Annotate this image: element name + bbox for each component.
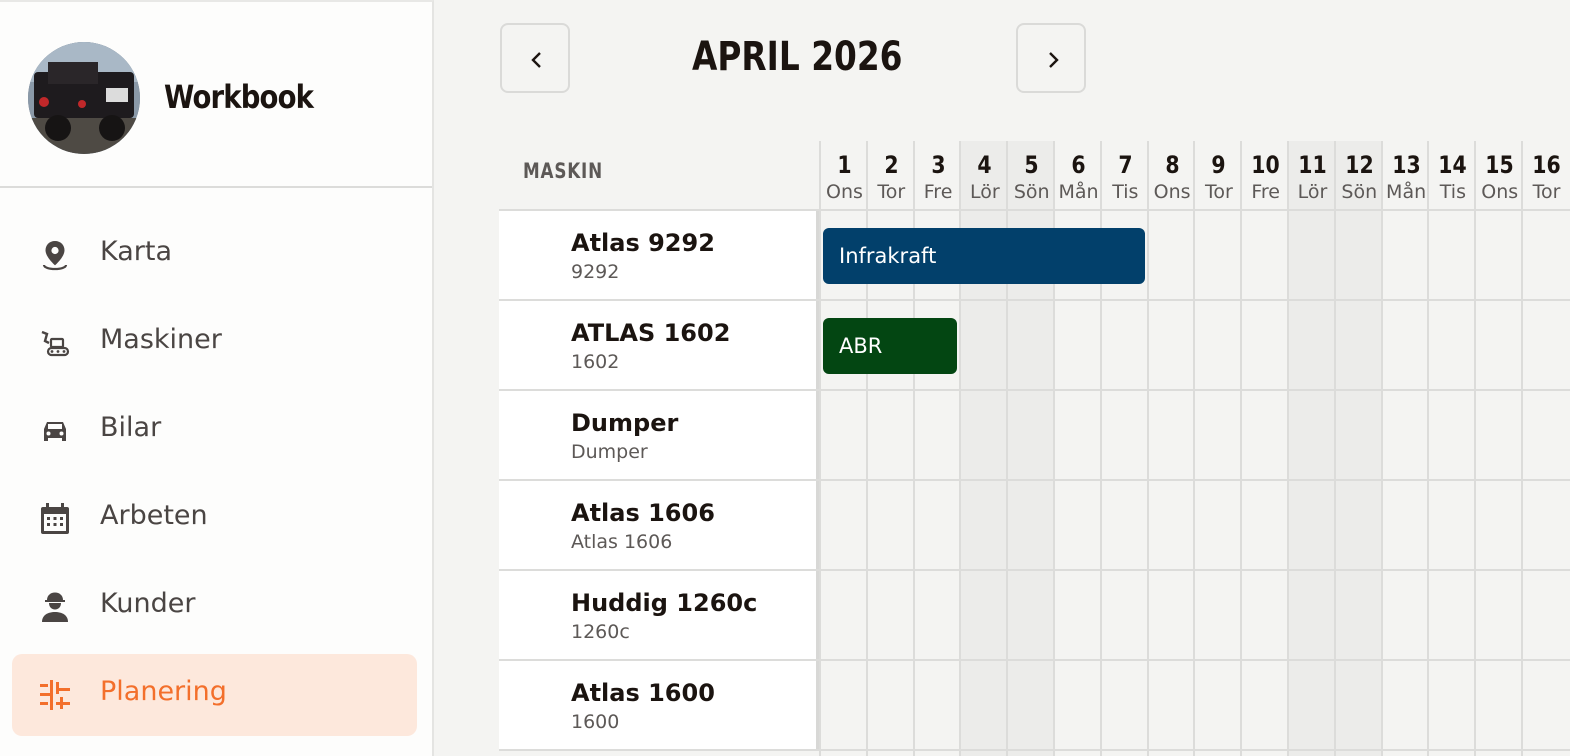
sidebar-item-label: Bilar — [100, 412, 162, 443]
machine-row[interactable]: Atlas 1600 1600 — [499, 661, 1570, 751]
machine-code: 1600 — [571, 711, 620, 733]
day-number: 3 — [930, 151, 946, 179]
car-icon — [38, 414, 72, 448]
machine-row[interactable]: Atlas 1606 Atlas 1606 — [499, 481, 1570, 571]
day-name: Tor — [1532, 181, 1561, 203]
machine-label[interactable]: Dumper Dumper — [499, 391, 819, 479]
sidebar-item-planering[interactable]: Planering — [12, 654, 417, 736]
machine-label[interactable]: Huddig 1260c 1260c — [499, 571, 819, 659]
day-number: 11 — [1298, 151, 1327, 179]
prev-month-button[interactable] — [500, 23, 570, 93]
machine-name: Huddig 1260c — [571, 589, 758, 617]
day-number: 12 — [1345, 151, 1374, 179]
day-number: 9 — [1211, 151, 1226, 179]
machine-code: Atlas 1606 — [571, 531, 673, 553]
day-name: Lör — [970, 181, 1000, 203]
day-name: Tor — [877, 181, 906, 203]
day-name: Sön — [1013, 181, 1050, 203]
sidebar-item-arbeten[interactable]: Arbeten — [12, 478, 417, 560]
sidebar-item-maskiner[interactable]: Maskiner — [12, 302, 417, 384]
day-number: 16 — [1532, 151, 1561, 179]
day-name: Tor — [1204, 181, 1233, 203]
sidebar-item-label: Karta — [100, 236, 173, 267]
machine-name: Atlas 1606 — [571, 499, 715, 527]
machine-name: Dumper — [571, 409, 679, 437]
sidebar: Workbook Karta Maskiner Bilar Arbeten Ku… — [0, 0, 434, 756]
machine-code: 1260c — [571, 621, 630, 643]
sidebar-item-label: Kunder — [100, 588, 196, 619]
day-number: 7 — [1118, 151, 1133, 179]
day-name: Fre — [1251, 181, 1280, 203]
chevron-left-icon — [531, 52, 541, 68]
sidebar-item-label: Maskiner — [100, 324, 222, 355]
day-name: Fre — [923, 181, 953, 203]
machine-label[interactable]: ATLAS 1602 1602 — [499, 301, 819, 389]
machine-name: Atlas 1600 — [571, 679, 715, 707]
day-number: 1 — [837, 151, 852, 179]
sidebar-item-label: Planering — [100, 676, 227, 707]
day-number: 10 — [1251, 151, 1280, 179]
day-number: 13 — [1391, 151, 1421, 179]
machine-label[interactable]: Atlas 1600 1600 — [499, 661, 819, 749]
brand-name: Workbook — [164, 78, 314, 116]
sidebar-item-bilar[interactable]: Bilar — [12, 390, 417, 472]
day-number: 5 — [1024, 151, 1039, 179]
booking-bar[interactable]: ABR — [823, 318, 958, 374]
day-name: Ons — [826, 181, 863, 203]
machine-header-label: MASKIN — [523, 159, 603, 183]
day-number: 15 — [1485, 151, 1514, 179]
machine-row[interactable]: ATLAS 1602 1602 — [499, 301, 1570, 391]
machine-code: Dumper — [571, 441, 648, 463]
sidebar-item-kunder[interactable]: Kunder — [12, 566, 417, 648]
machine-code: 1602 — [571, 351, 620, 373]
day-name: Lör — [1297, 181, 1328, 203]
sidebar-item-karta[interactable]: Karta — [12, 214, 417, 296]
worker-icon — [38, 590, 72, 624]
planning-grid: MASKIN 1 Ons 2 Tor 3 Fre 4 Lör 5 Sön 6 Mån 7 Tis 8 Ons 9… — [499, 141, 1570, 756]
next-month-button[interactable] — [1016, 23, 1086, 93]
day-name: Tis — [1439, 181, 1466, 203]
machine-name: ATLAS 1602 — [571, 319, 731, 347]
machine-label[interactable]: Atlas 1606 Atlas 1606 — [499, 481, 819, 569]
day-number: 2 — [884, 151, 899, 179]
calendar-icon — [38, 502, 72, 536]
map-pin-icon — [38, 238, 72, 272]
machine-label[interactable]: Atlas 9292 9292 — [499, 211, 819, 299]
day-name: Sön — [1341, 181, 1378, 203]
machine-code: 9292 — [571, 261, 620, 283]
day-number: 6 — [1071, 151, 1086, 179]
avatar[interactable] — [28, 42, 140, 154]
day-name: Tis — [1112, 181, 1139, 203]
booking-bar[interactable]: Infrakraft — [823, 228, 1145, 284]
machine-row[interactable]: Huddig 1260c 1260c — [499, 571, 1570, 661]
day-name: Ons — [1153, 181, 1191, 203]
excavator-icon — [38, 326, 72, 360]
day-name: Mån — [1386, 181, 1427, 203]
day-name: Ons — [1481, 181, 1519, 203]
day-number: 4 — [977, 151, 992, 179]
day-name: Mån — [1058, 181, 1099, 203]
machine-name: Atlas 9292 — [571, 229, 715, 257]
day-number: 8 — [1164, 151, 1180, 179]
machine-column-header: MASKIN — [499, 141, 819, 211]
planning-icon — [38, 678, 72, 712]
brand-header: Workbook — [0, 2, 432, 188]
month-title: APRIL 2026 — [692, 34, 903, 80]
sidebar-item-label: Arbeten — [100, 500, 208, 531]
day-number: 14 — [1438, 151, 1468, 179]
machine-row[interactable]: Dumper Dumper — [499, 391, 1570, 481]
chevron-right-icon — [1049, 52, 1059, 68]
